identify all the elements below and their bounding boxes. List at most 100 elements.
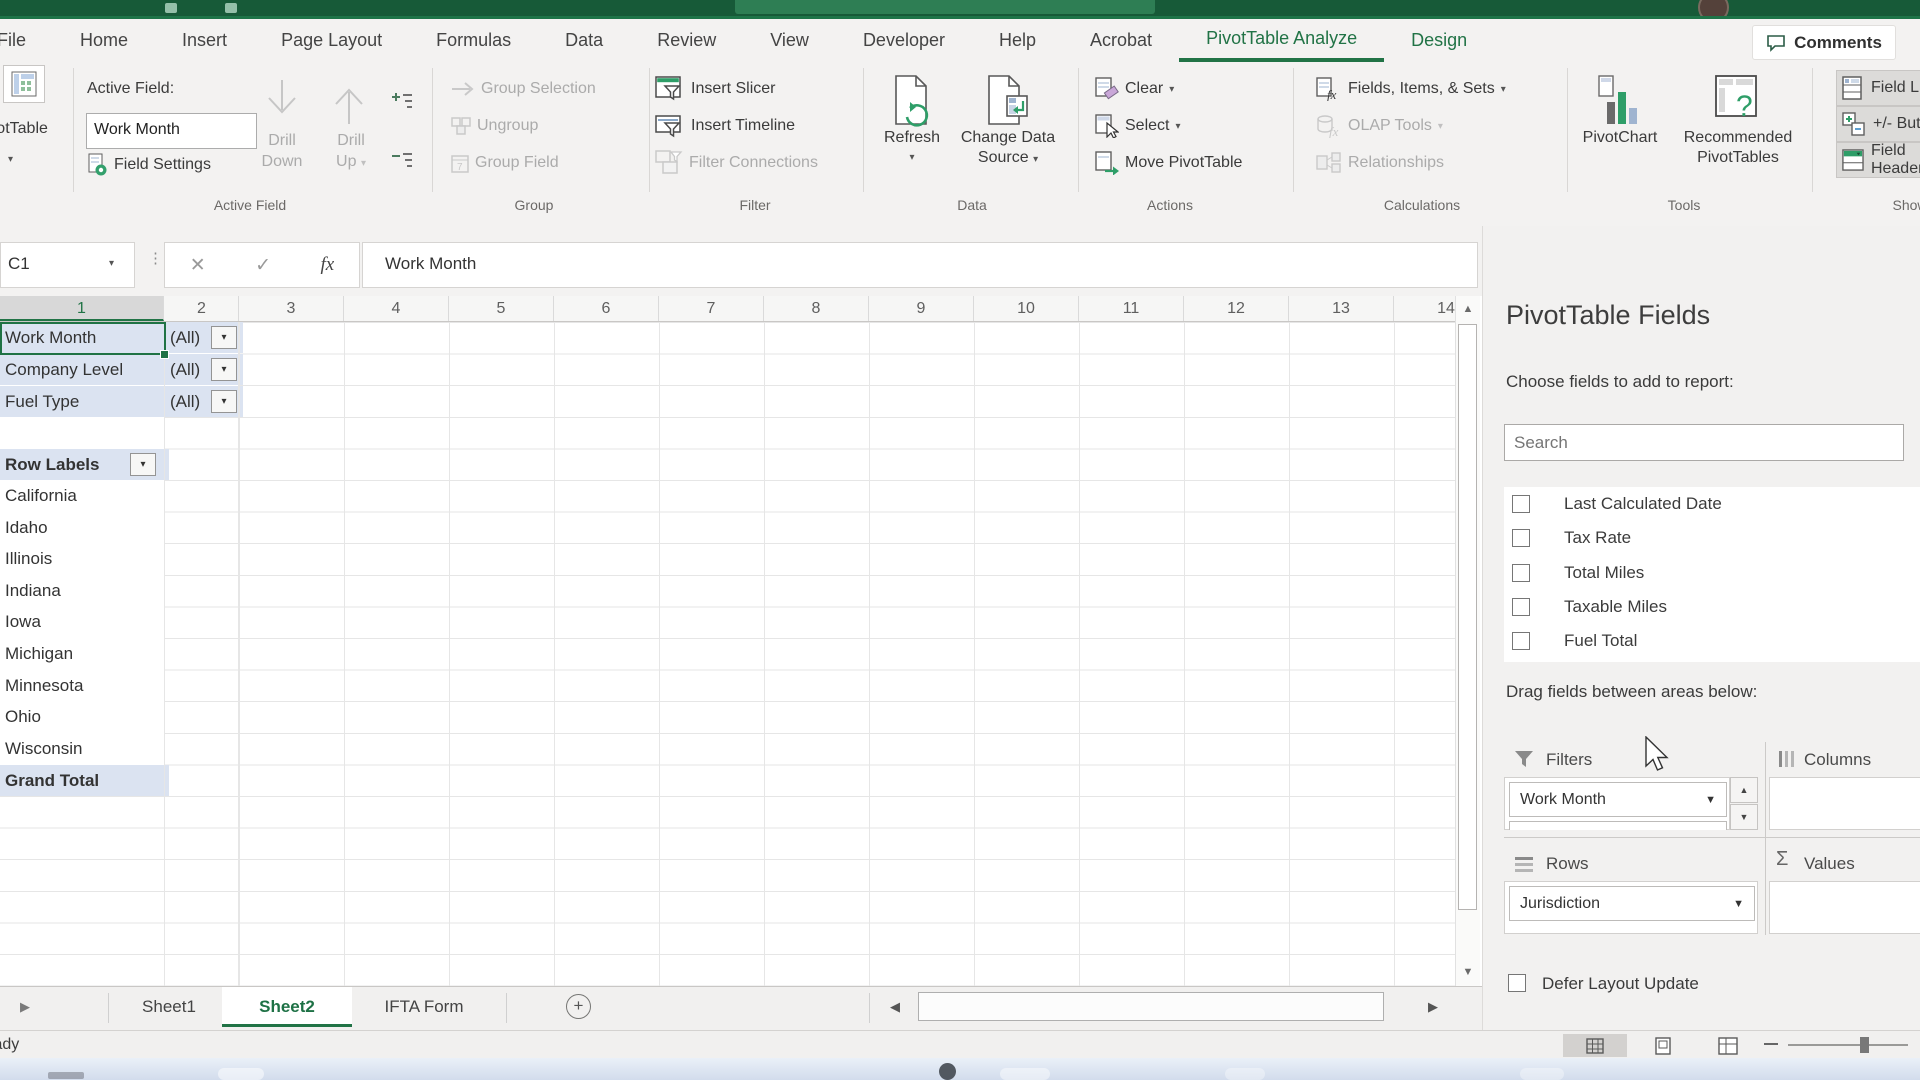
save-icon[interactable] bbox=[165, 3, 177, 13]
taskbar-icon[interactable] bbox=[939, 1063, 956, 1080]
field-item[interactable]: Last Calculated Date bbox=[1504, 487, 1920, 521]
scroll-up-icon[interactable]: ▲ bbox=[1456, 303, 1480, 315]
undo-icon[interactable] bbox=[225, 3, 237, 13]
cancel-icon[interactable]: ✕ bbox=[190, 254, 206, 277]
item-dropdown-icon[interactable]: ▼ bbox=[1705, 794, 1716, 806]
ribbon-tab-developer[interactable]: Developer bbox=[836, 19, 972, 62]
vertical-scrollbar[interactable]: ▲ ▼ bbox=[1455, 296, 1480, 986]
field-settings-button[interactable]: Field Settings bbox=[88, 153, 211, 177]
active-field-input[interactable]: Work Month bbox=[86, 113, 257, 149]
filter-dropdown-button[interactable]: ▾ bbox=[211, 390, 237, 413]
column-header-11[interactable]: 11 bbox=[1079, 296, 1184, 321]
filter-connections-button[interactable]: Filter Connections bbox=[655, 151, 818, 175]
pivot-row-cell[interactable]: Illinois bbox=[0, 543, 169, 575]
pivot-row-cell[interactable]: California bbox=[0, 480, 169, 512]
ribbon-tab-review[interactable]: Review bbox=[630, 19, 743, 62]
field-checkbox[interactable] bbox=[1512, 598, 1530, 616]
recommended-pivottables-button[interactable]: ? Recommended PivotTables bbox=[1679, 74, 1797, 168]
column-header-6[interactable]: 6 bbox=[554, 296, 659, 321]
columns-area-box[interactable] bbox=[1769, 777, 1920, 830]
column-header-9[interactable]: 9 bbox=[869, 296, 974, 321]
rows-area-box[interactable]: Jurisdiction ▼ bbox=[1504, 881, 1758, 934]
sheet-tab-ifta-form[interactable]: IFTA Form bbox=[354, 987, 494, 1027]
field-checkbox[interactable] bbox=[1512, 564, 1530, 582]
filters-scroll-up-button[interactable]: ▲ bbox=[1730, 777, 1758, 803]
column-header-12[interactable]: 12 bbox=[1184, 296, 1289, 321]
filters-area-item-partial[interactable] bbox=[1509, 821, 1727, 830]
ungroup-button[interactable]: Ungroup bbox=[451, 114, 538, 138]
ribbon-tab-design[interactable]: Design bbox=[1384, 19, 1494, 62]
change-data-source-button[interactable]: Change Data Source ▾ bbox=[952, 74, 1064, 170]
pivot-row-cell[interactable]: Idaho bbox=[0, 512, 169, 544]
filter-dropdown-button[interactable]: ▾ bbox=[211, 326, 237, 349]
ribbon-tab-data[interactable]: Data bbox=[538, 19, 630, 62]
rows-area-item[interactable]: Jurisdiction ▼ bbox=[1509, 886, 1755, 921]
move-pivottable-button[interactable]: Move PivotTable bbox=[1095, 151, 1242, 175]
group-selection-button[interactable]: Group Selection bbox=[451, 77, 596, 101]
ribbon-tab-formulas[interactable]: Formulas bbox=[409, 19, 538, 62]
field-item[interactable]: Total Miles bbox=[1504, 556, 1920, 590]
pivot-row-cell[interactable]: Michigan bbox=[0, 638, 169, 670]
filters-area-item[interactable]: Work Month ▼ bbox=[1509, 782, 1727, 817]
column-header-7[interactable]: 7 bbox=[659, 296, 764, 321]
taskbar-icon[interactable] bbox=[1520, 1068, 1564, 1080]
pivot-row-cell[interactable]: Wisconsin bbox=[0, 733, 169, 765]
ribbon-tab-home[interactable]: Home bbox=[53, 19, 155, 62]
fields-items-sets-button[interactable]: fx Fields, Items, & Sets▾ bbox=[1316, 77, 1506, 101]
taskbar-icon[interactable] bbox=[218, 1068, 264, 1080]
pivot-row-cell[interactable]: Indiana bbox=[0, 575, 169, 607]
horizontal-scrollbar-thumb[interactable] bbox=[918, 992, 1384, 1021]
ribbon-tab-page-layout[interactable]: Page Layout bbox=[254, 19, 409, 62]
grand-total-cell[interactable]: Grand Total bbox=[0, 765, 169, 796]
field-item[interactable]: Taxable Miles bbox=[1504, 590, 1920, 624]
insert-slicer-button[interactable]: Insert Slicer bbox=[655, 77, 775, 101]
drill-up-icon[interactable] bbox=[330, 78, 368, 126]
field-item[interactable]: Fuel Total bbox=[1504, 624, 1920, 658]
pivot-filter-label-cell[interactable]: Company Level bbox=[0, 354, 169, 385]
sheet-nav-right-icon[interactable]: ▶ bbox=[20, 999, 30, 1015]
taskbar-icon[interactable] bbox=[1225, 1068, 1265, 1080]
column-header-13[interactable]: 13 bbox=[1289, 296, 1394, 321]
drill-up-button[interactable]: Drill Up ▾ bbox=[316, 130, 386, 174]
relationships-button[interactable]: Relationships bbox=[1316, 151, 1444, 175]
worksheet[interactable]: Work Month (All) ▾ Company Level (All) ▾… bbox=[0, 322, 1455, 986]
zoom-out-icon[interactable] bbox=[1764, 1043, 1778, 1045]
expand-field-icon[interactable] bbox=[391, 92, 413, 110]
sheet-tab-sheet2[interactable]: Sheet2 bbox=[222, 987, 352, 1027]
zoom-slider-handle[interactable] bbox=[1860, 1037, 1869, 1053]
field-list-button[interactable]: Field List bbox=[1836, 70, 1920, 106]
ribbon-tab-acrobat[interactable]: Acrobat bbox=[1063, 19, 1179, 62]
group-field-button[interactable]: 7 Group Field bbox=[451, 151, 559, 175]
column-header-4[interactable]: 4 bbox=[344, 296, 449, 321]
insert-function-icon[interactable]: fx bbox=[321, 254, 335, 276]
column-header-8[interactable]: 8 bbox=[764, 296, 869, 321]
formula-input[interactable]: Work Month bbox=[362, 242, 1478, 288]
comments-button[interactable]: Comments bbox=[1752, 25, 1896, 60]
titlebar-search-box[interactable] bbox=[735, 0, 1155, 14]
column-header-1[interactable]: 1 bbox=[0, 296, 164, 321]
drill-down-icon[interactable] bbox=[263, 78, 301, 126]
hscroll-right-icon[interactable]: ▶ bbox=[1428, 999, 1438, 1015]
ribbon-tab-view[interactable]: View bbox=[743, 19, 836, 62]
zoom-slider-track[interactable] bbox=[1788, 1044, 1908, 1046]
fields-search-input[interactable] bbox=[1504, 424, 1904, 461]
page-layout-view-button[interactable] bbox=[1638, 1034, 1688, 1057]
column-header-5[interactable]: 5 bbox=[449, 296, 554, 321]
field-checkbox[interactable] bbox=[1512, 529, 1530, 547]
pivotchart-button[interactable]: PivotChart bbox=[1565, 74, 1675, 148]
column-header-2[interactable]: 2 bbox=[165, 296, 239, 321]
field-checkbox[interactable] bbox=[1512, 632, 1530, 650]
ribbon-tab-insert[interactable]: Insert bbox=[155, 19, 254, 62]
fill-handle[interactable] bbox=[160, 350, 169, 359]
field-checkbox[interactable] bbox=[1512, 495, 1530, 513]
taskbar-icon[interactable] bbox=[1000, 1068, 1050, 1080]
refresh-button[interactable]: Refresh ▾ bbox=[857, 74, 967, 168]
values-area-box[interactable] bbox=[1769, 881, 1920, 934]
insert-timeline-button[interactable]: Insert Timeline bbox=[655, 114, 795, 138]
defer-layout-checkbox[interactable] bbox=[1508, 974, 1526, 992]
hscroll-left-icon[interactable]: ◀ bbox=[890, 999, 900, 1015]
item-dropdown-icon[interactable]: ▼ bbox=[1733, 898, 1744, 910]
sheet-tab-sheet1[interactable]: Sheet1 bbox=[118, 987, 220, 1027]
new-sheet-button[interactable]: + bbox=[566, 994, 591, 1019]
formula-bar-resize-dots[interactable]: ⋮ bbox=[148, 254, 152, 280]
